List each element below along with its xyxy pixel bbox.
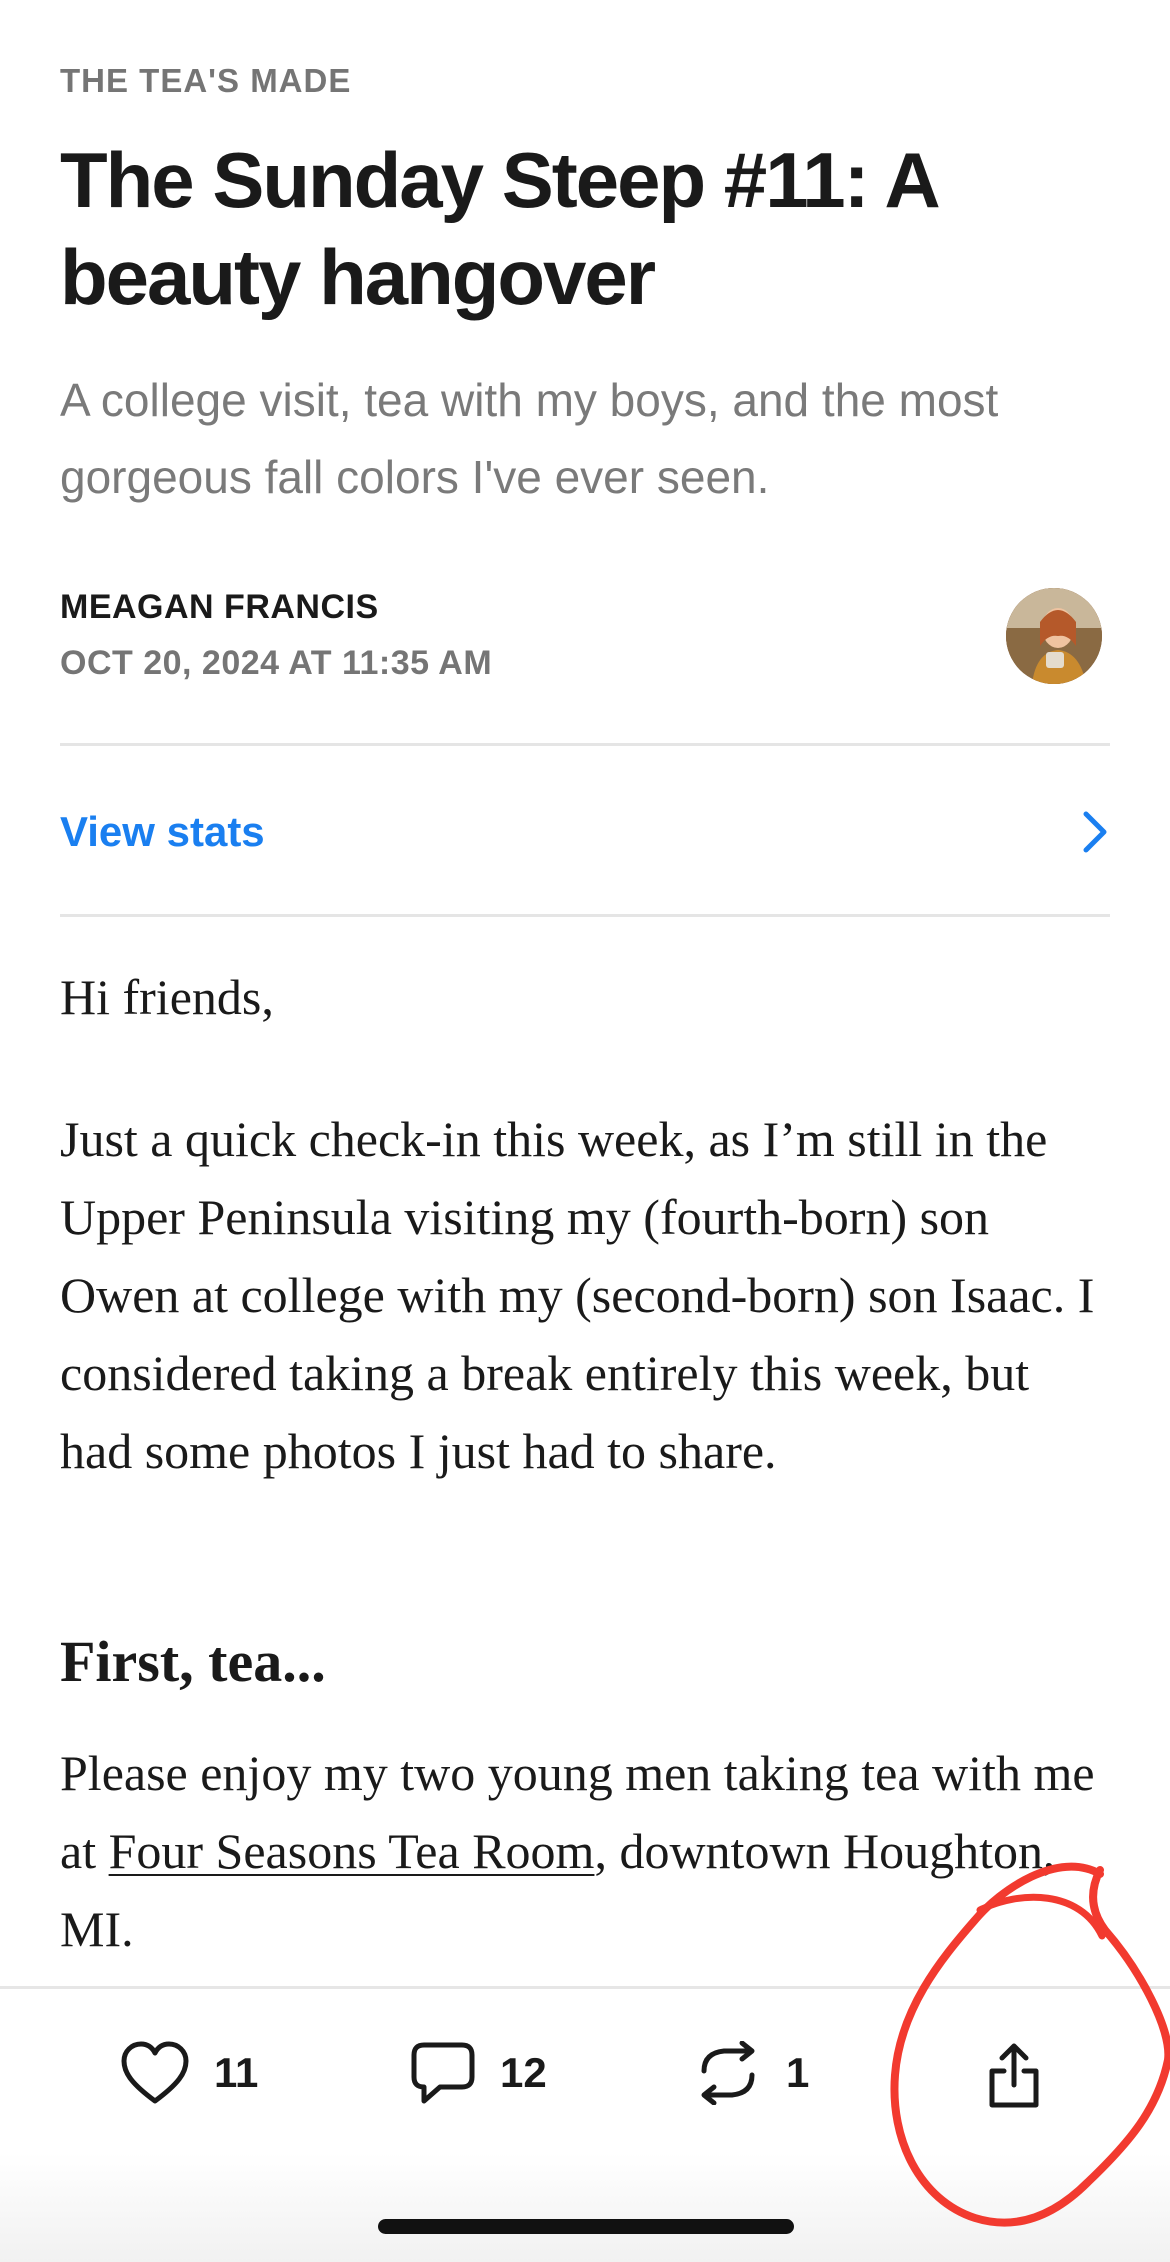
author-avatar[interactable] [1006, 588, 1102, 684]
post-subtitle: A college visit, tea with my boys, and t… [60, 374, 999, 503]
avatar-photo [1006, 588, 1102, 684]
author-name[interactable]: MEAGAN FRANCIS [60, 588, 379, 627]
divider [60, 743, 1110, 746]
publication-name[interactable]: THE TEA'S MADE [60, 62, 351, 100]
share-button[interactable] [984, 2041, 1044, 2111]
like-button[interactable]: 11 [120, 2041, 258, 2105]
body-paragraph: Please enjoy my two young men taking tea… [60, 1734, 1110, 1968]
divider [60, 914, 1110, 917]
chevron-right-icon [1080, 810, 1110, 854]
home-indicator [378, 2219, 794, 2234]
view-stats-link[interactable]: View stats [60, 806, 1110, 858]
section-heading: First, tea... [60, 1629, 326, 1694]
comment-button[interactable]: 12 [410, 2041, 547, 2105]
comment-bubble-icon [410, 2041, 476, 2105]
restack-icon [694, 2041, 762, 2105]
comment-count: 12 [500, 2049, 547, 2096]
restack-button[interactable]: 1 [694, 2041, 809, 2105]
post-title: The Sunday Steep #11: A beauty hangover [60, 136, 938, 321]
greeting-paragraph: Hi friends, [60, 969, 274, 1025]
body-paragraph: Just a quick check-in this week, as I’m … [60, 1111, 1095, 1479]
view-stats-label: View stats [60, 808, 265, 855]
restack-count: 1 [786, 2049, 810, 2096]
share-icon [984, 2041, 1044, 2111]
tea-room-link[interactable]: Four Seasons Tea Room [109, 1823, 595, 1879]
like-count: 11 [214, 2049, 259, 2096]
post-date: OCT 20, 2024 AT 11:35 AM [60, 644, 493, 682]
heart-icon [120, 2041, 190, 2105]
